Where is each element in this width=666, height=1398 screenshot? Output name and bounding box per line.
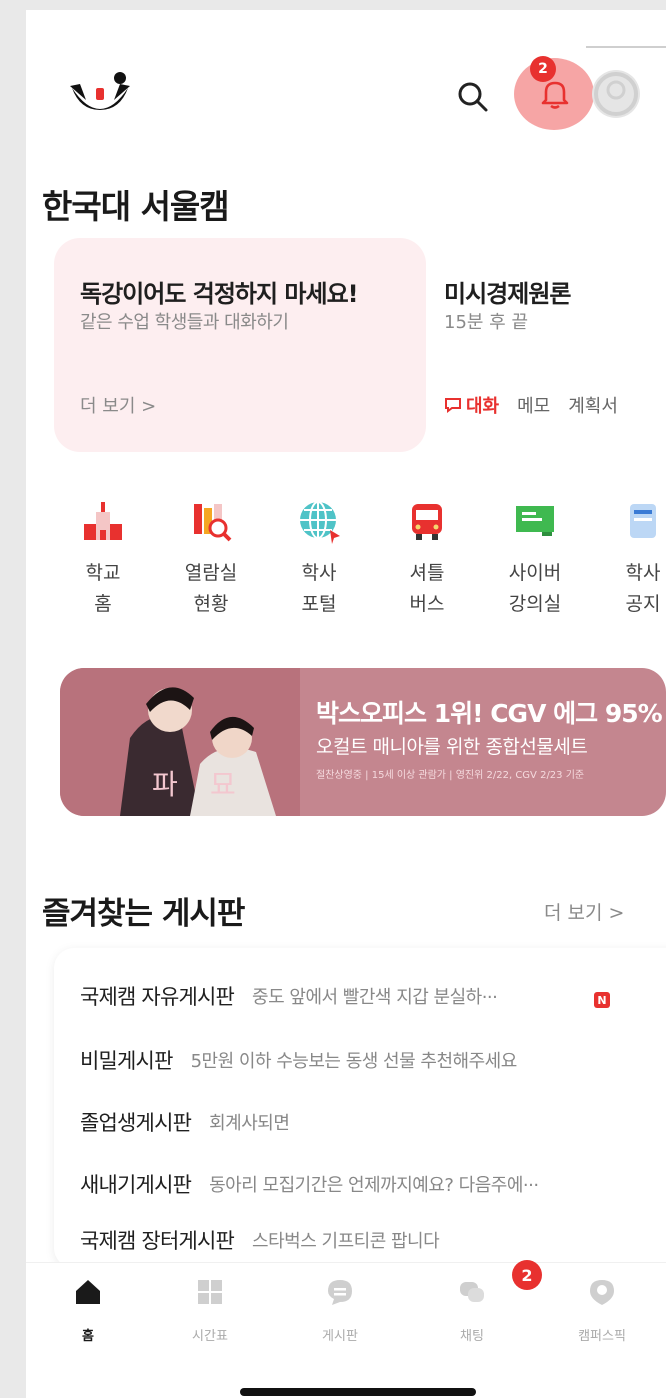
globe-icon [300, 501, 340, 544]
profile-avatar[interactable] [592, 70, 640, 118]
notification-badge: 2 [530, 56, 556, 82]
board-icon [328, 1280, 352, 1305]
tab-label: 캠퍼스픽 [578, 1329, 626, 1344]
tab-timetable[interactable]: 시간표 [160, 1277, 260, 1344]
board-name: 새내기게시판 [80, 1173, 192, 1197]
library-icon [194, 504, 232, 542]
app-screen: 2 한국대 서울캠 독강이어도 걱정하지 마세요! 같은 수업 학생들과 대화하… [26, 10, 666, 1398]
board-preview: 회계사되면 [209, 1113, 290, 1134]
school-icon [84, 502, 122, 540]
promo-title: 독강이어도 걱정하지 마세요! [80, 280, 359, 308]
campuspick-icon [590, 1280, 614, 1305]
board-row[interactable]: 국제캠 자유게시판 중도 앞에서 빨간색 지갑 분실하··· [80, 974, 498, 1018]
user-icon [594, 72, 638, 116]
menu-label: 사이버 강의실 [508, 562, 562, 615]
tab-label: 게시판 [322, 1329, 358, 1344]
home-icon [76, 1280, 100, 1304]
chat-unread-badge: 2 [512, 1260, 542, 1290]
tab-campuspick[interactable]: 캠퍼스픽 [552, 1277, 652, 1344]
favorites-more-link[interactable]: 더 보기 > [544, 898, 624, 925]
ad-banner[interactable]: 파 묘 박스오피스 1위! CGV 에그 95% 오컬트 매니아를 위한 종합선… [60, 668, 666, 816]
movie-poster-image: 파 묘 [60, 668, 300, 816]
promo-card[interactable]: 독강이어도 걱정하지 마세요! 같은 수업 학생들과 대화하기 더 보기 > [54, 238, 426, 452]
banner-subtitle: 오컬트 매니아를 위한 종합선물세트 [316, 736, 588, 758]
classroom-icon [516, 506, 554, 536]
home-indicator[interactable] [240, 1388, 476, 1396]
timetable-icon [198, 1280, 222, 1304]
promo-subtitle: 같은 수업 학생들과 대화하기 [80, 312, 289, 333]
class-memo-button[interactable]: 메모 [517, 392, 550, 418]
board-row[interactable]: 비밀게시판 5만원 이하 수능보는 동생 선물 추천해주세요 [80, 1038, 517, 1082]
tab-home[interactable]: 홈 [38, 1277, 138, 1344]
class-actions: 대화 메모 계획서 [444, 392, 618, 418]
board-name: 국제캠 장터게시판 [80, 1229, 235, 1253]
menu-cyber-classroom[interactable]: 사이버 강의실 [480, 498, 590, 620]
board-name: 국제캠 자유게시판 [80, 985, 235, 1009]
menu-label: 셔틀 버스 [409, 562, 445, 615]
favorites-title: 즐겨찾는 게시판 [42, 896, 245, 932]
bus-icon [412, 504, 442, 540]
class-chat-button[interactable]: 대화 [444, 392, 499, 418]
bell-icon [541, 81, 569, 109]
banner-title: 박스오피스 1위! CGV 에그 95% [316, 699, 663, 728]
menu-label: 열람실 현황 [184, 562, 238, 615]
class-chat-label: 대화 [466, 396, 500, 417]
board-row[interactable]: 국제캠 장터게시판 스타벅스 기프티콘 팝니다 [80, 1218, 440, 1262]
board-name: 비밀게시판 [80, 1049, 173, 1073]
board-name: 졸업생게시판 [80, 1111, 192, 1135]
menu-academic-portal[interactable]: 학사 포털 [264, 498, 374, 620]
menu-academic-notice[interactable]: 학사 공지 [588, 498, 666, 620]
tab-label: 시간표 [192, 1329, 228, 1344]
class-syllabus-button[interactable]: 계획서 [568, 392, 618, 418]
app-logo[interactable] [68, 70, 132, 120]
menu-label: 학사 포털 [301, 562, 337, 615]
favorite-boards-card: 국제캠 자유게시판 중도 앞에서 빨간색 지갑 분실하··· 비밀게시판 5만원… [54, 948, 666, 1268]
tab-chat[interactable]: 채팅 [422, 1277, 522, 1344]
board-preview: 동아리 모집기간은 언제까지예요? 다음주에··· [209, 1175, 539, 1196]
tab-board[interactable]: 게시판 [290, 1277, 390, 1344]
class-time-remaining: 15분 후 끝 [444, 312, 529, 333]
menu-reading-room[interactable]: 열람실 현황 [156, 498, 266, 620]
quick-menu: 학교 홈 열람실 현황 학사 포털 셔틀 버스 사이버 강의실 학사 공지 [26, 498, 666, 638]
chat-icon [460, 1282, 484, 1302]
search-icon[interactable] [456, 80, 490, 114]
chat-bubble-icon [445, 398, 461, 413]
promo-more-link[interactable]: 더 보기 > [80, 392, 156, 418]
board-row[interactable]: 새내기게시판 동아리 모집기간은 언제까지예요? 다음주에··· [80, 1162, 539, 1206]
status-bar-line [586, 46, 666, 48]
board-preview: 중도 앞에서 빨간색 지갑 분실하··· [252, 987, 498, 1008]
campus-title: 한국대 서울캠 [42, 187, 230, 226]
bottom-tab-bar: 홈 시간표 게시판 채팅 캠퍼스픽 [26, 1262, 666, 1362]
menu-shuttle-bus[interactable]: 셔틀 버스 [372, 498, 482, 620]
tab-label: 홈 [82, 1329, 94, 1344]
current-class-card[interactable]: 미시경제원론 15분 후 끝 대화 메모 계획서 [422, 238, 666, 452]
new-post-badge: N [594, 992, 610, 1008]
poster-title-text: 파 [152, 768, 178, 801]
board-preview: 5만원 이하 수능보는 동생 선물 추천해주세요 [190, 1051, 518, 1072]
poster-title-text: 묘 [210, 768, 236, 801]
board-preview: 스타벅스 기프티콘 팝니다 [252, 1231, 440, 1252]
banner-note: 절찬상영중 | 15세 이상 관람가 | 영진위 2/22, CGV 2/23 … [316, 770, 585, 781]
class-title: 미시경제원론 [444, 280, 571, 308]
notice-icon [630, 504, 656, 538]
board-row[interactable]: 졸업생게시판 회계사되면 [80, 1100, 290, 1144]
tab-label: 채팅 [460, 1329, 484, 1344]
menu-label: 학사 공지 [625, 562, 661, 615]
menu-label: 학교 홈 [85, 562, 121, 615]
menu-school-home[interactable]: 학교 홈 [48, 498, 158, 620]
